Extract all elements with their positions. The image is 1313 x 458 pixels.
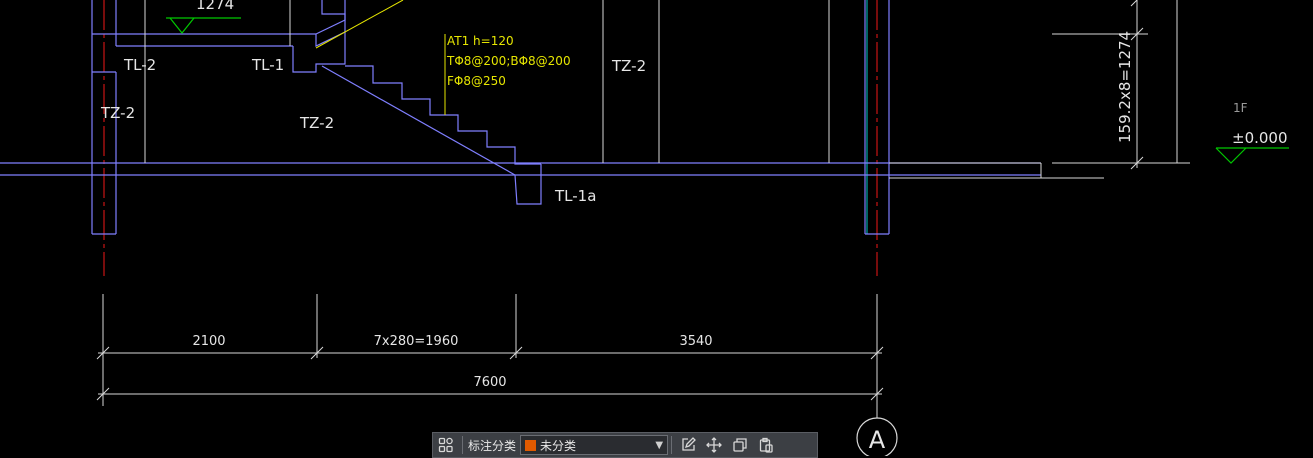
tz2-mid-label[interactable]: TZ-2 (299, 114, 334, 132)
tz2-right-label[interactable]: TZ-2 (611, 57, 646, 75)
paste-icon[interactable] (753, 433, 779, 457)
structure-lines (0, 0, 1041, 235)
classification-label: 标注分类 (468, 438, 517, 453)
at1-line3[interactable]: FΦ8@250 (447, 74, 506, 88)
vertical-dim-label[interactable]: 159.2x8=1274 (1116, 31, 1134, 143)
grid-apps-icon[interactable] (433, 433, 459, 457)
toolbar-divider (671, 436, 673, 454)
classification-selected: 未分类 (540, 438, 577, 453)
dim-seg3[interactable]: 3540 (679, 334, 712, 349)
at1-line1[interactable]: AT1 h=120 (447, 34, 514, 48)
chevron-down-icon: ▼ (655, 439, 664, 451)
at1-line2[interactable]: TΦ8@200;BΦ8@200 (446, 54, 571, 68)
tl1a-label[interactable]: TL-1a (554, 187, 596, 205)
copy-icon[interactable] (727, 433, 753, 457)
classification-dropdown[interactable]: 未分类 ▼ (520, 435, 669, 455)
tz2-left-label[interactable]: TZ-2 (100, 104, 135, 122)
edit-icon[interactable] (675, 433, 701, 457)
elevation-label[interactable]: ±0.000 (1232, 129, 1288, 147)
toolbar-divider (462, 436, 463, 454)
annotation-toolbar: 标注分类 未分类 ▼ (432, 432, 818, 458)
axis-label: A (869, 426, 886, 454)
dim-seg2[interactable]: 7x280=1960 (374, 334, 459, 349)
tl2-label[interactable]: TL-2 (123, 56, 156, 74)
annotation-leader (315, 0, 446, 115)
category-color-swatch (525, 439, 537, 451)
cad-drawing-canvas[interactable]: A 1274 TL-2 TL-1 TZ-2 TZ-2 TZ-2 TL-1a AT… (0, 0, 1313, 456)
axis-bubble-a[interactable]: A (856, 406, 898, 456)
top-level-label[interactable]: 1274 (196, 0, 234, 13)
dim-total[interactable]: 7600 (473, 375, 506, 390)
tl1-label[interactable]: TL-1 (251, 56, 284, 74)
dim-seg1[interactable]: 2100 (192, 334, 225, 349)
outline-lines (144, 0, 1190, 179)
floor-label[interactable]: 1F (1233, 101, 1248, 115)
move-icon[interactable] (701, 433, 727, 457)
